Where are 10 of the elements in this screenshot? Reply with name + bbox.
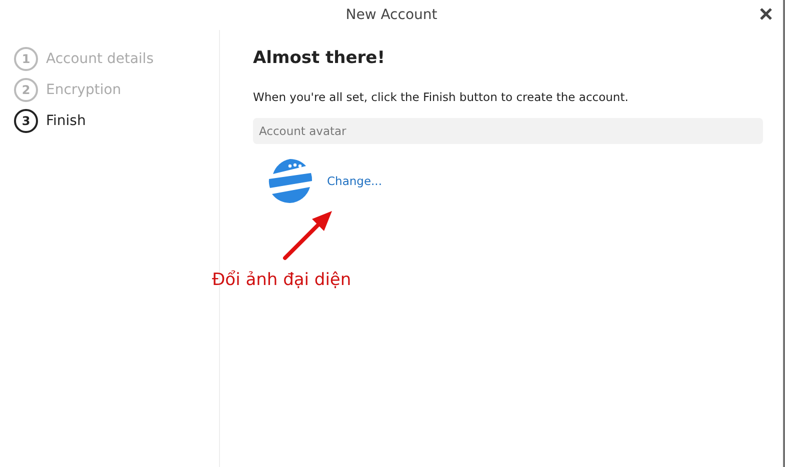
close-icon[interactable] (759, 7, 773, 21)
globe-avatar-icon (267, 158, 313, 204)
section-header: Account avatar (253, 118, 763, 144)
window-title: New Account (346, 7, 438, 23)
step-item[interactable]: 3 Finish (14, 109, 219, 133)
annotation-text: Đổi ảnh đại diện (212, 270, 352, 290)
heading: Almost there! (253, 48, 386, 68)
change-link[interactable]: Change... (327, 174, 382, 188)
arrow-icon (282, 209, 334, 261)
instruction-text: When you're all set, click the Finish button to create the account. (253, 90, 630, 104)
